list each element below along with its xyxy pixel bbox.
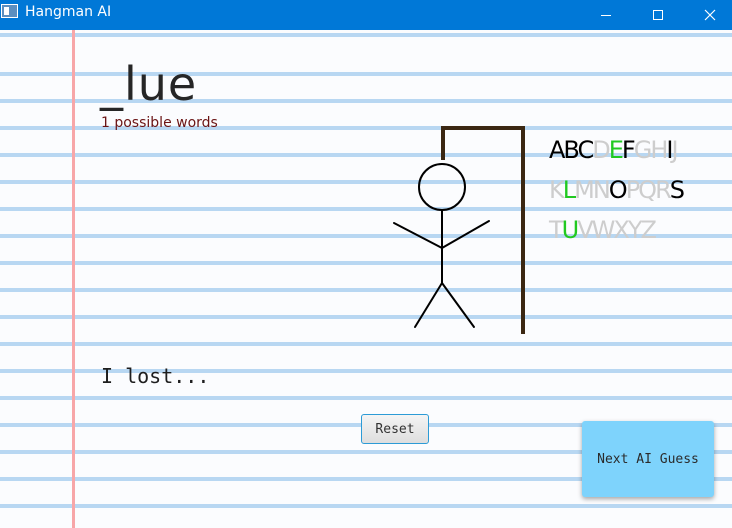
figure-right-leg [441, 282, 475, 328]
reset-button[interactable]: Reset [361, 414, 429, 444]
paper-margin-line [72, 30, 75, 528]
close-icon [704, 9, 716, 21]
letter-o: O [608, 176, 628, 204]
letter-h: H [650, 136, 668, 164]
letter-m: M [574, 176, 595, 204]
letter-q: Q [638, 176, 657, 204]
minimize-icon [601, 14, 611, 16]
figure-left-leg [414, 282, 443, 328]
letter-b: B [563, 136, 579, 164]
letter-y: Y [627, 216, 643, 244]
close-button[interactable] [686, 0, 732, 30]
figure-left-arm [393, 222, 443, 249]
letter-j: J [671, 136, 678, 164]
alphabet-tracker: ABCDEFGHIJ KLMNOPQRS TUVWXYZ [549, 130, 685, 250]
letter-k: K [549, 176, 565, 204]
alphabet-row: ABCDEFGHIJ [549, 130, 683, 170]
notebook-paper: _lue 1 possible words ABCDEFGHIJ KLMNOPQR… [0, 30, 732, 528]
alphabet-row: KLMNOPQRS [549, 170, 685, 210]
hangman-drawing [393, 126, 525, 334]
figure-right-arm [441, 220, 490, 249]
window-title: Hangman AI [25, 4, 112, 20]
letter-g: G [633, 136, 653, 164]
letter-v: V [577, 216, 593, 244]
figure-head [418, 163, 466, 211]
letter-s: S [669, 176, 685, 204]
letter-u: U [561, 216, 580, 244]
letter-p: P [625, 176, 641, 204]
letter-c: C [577, 136, 594, 164]
letter-t: T [549, 216, 564, 244]
letter-w: W [591, 216, 616, 244]
letter-f: F [621, 136, 636, 164]
letter-n: N [592, 176, 611, 204]
letter-r: R [655, 176, 672, 204]
letter-l: L [562, 176, 576, 204]
next-ai-guess-button[interactable]: Next AI Guess [582, 421, 714, 497]
app-window-icon [1, 4, 18, 18]
maximize-icon [653, 10, 663, 20]
minimize-button[interactable] [582, 0, 630, 30]
game-status: I lost... [101, 364, 210, 388]
maximize-button[interactable] [634, 0, 682, 30]
letter-a: A [549, 136, 565, 164]
stick-figure [393, 163, 490, 328]
letter-x: X [613, 216, 630, 244]
title-bar: Hangman AI [0, 0, 732, 30]
word-display: _lue [100, 57, 198, 111]
alphabet-row: TUVWXYZ [549, 210, 683, 250]
letter-d: D [592, 136, 611, 164]
possible-words-count: 1 possible words [101, 115, 218, 131]
letter-e: E [608, 136, 624, 164]
letter-z: Z [640, 216, 658, 244]
